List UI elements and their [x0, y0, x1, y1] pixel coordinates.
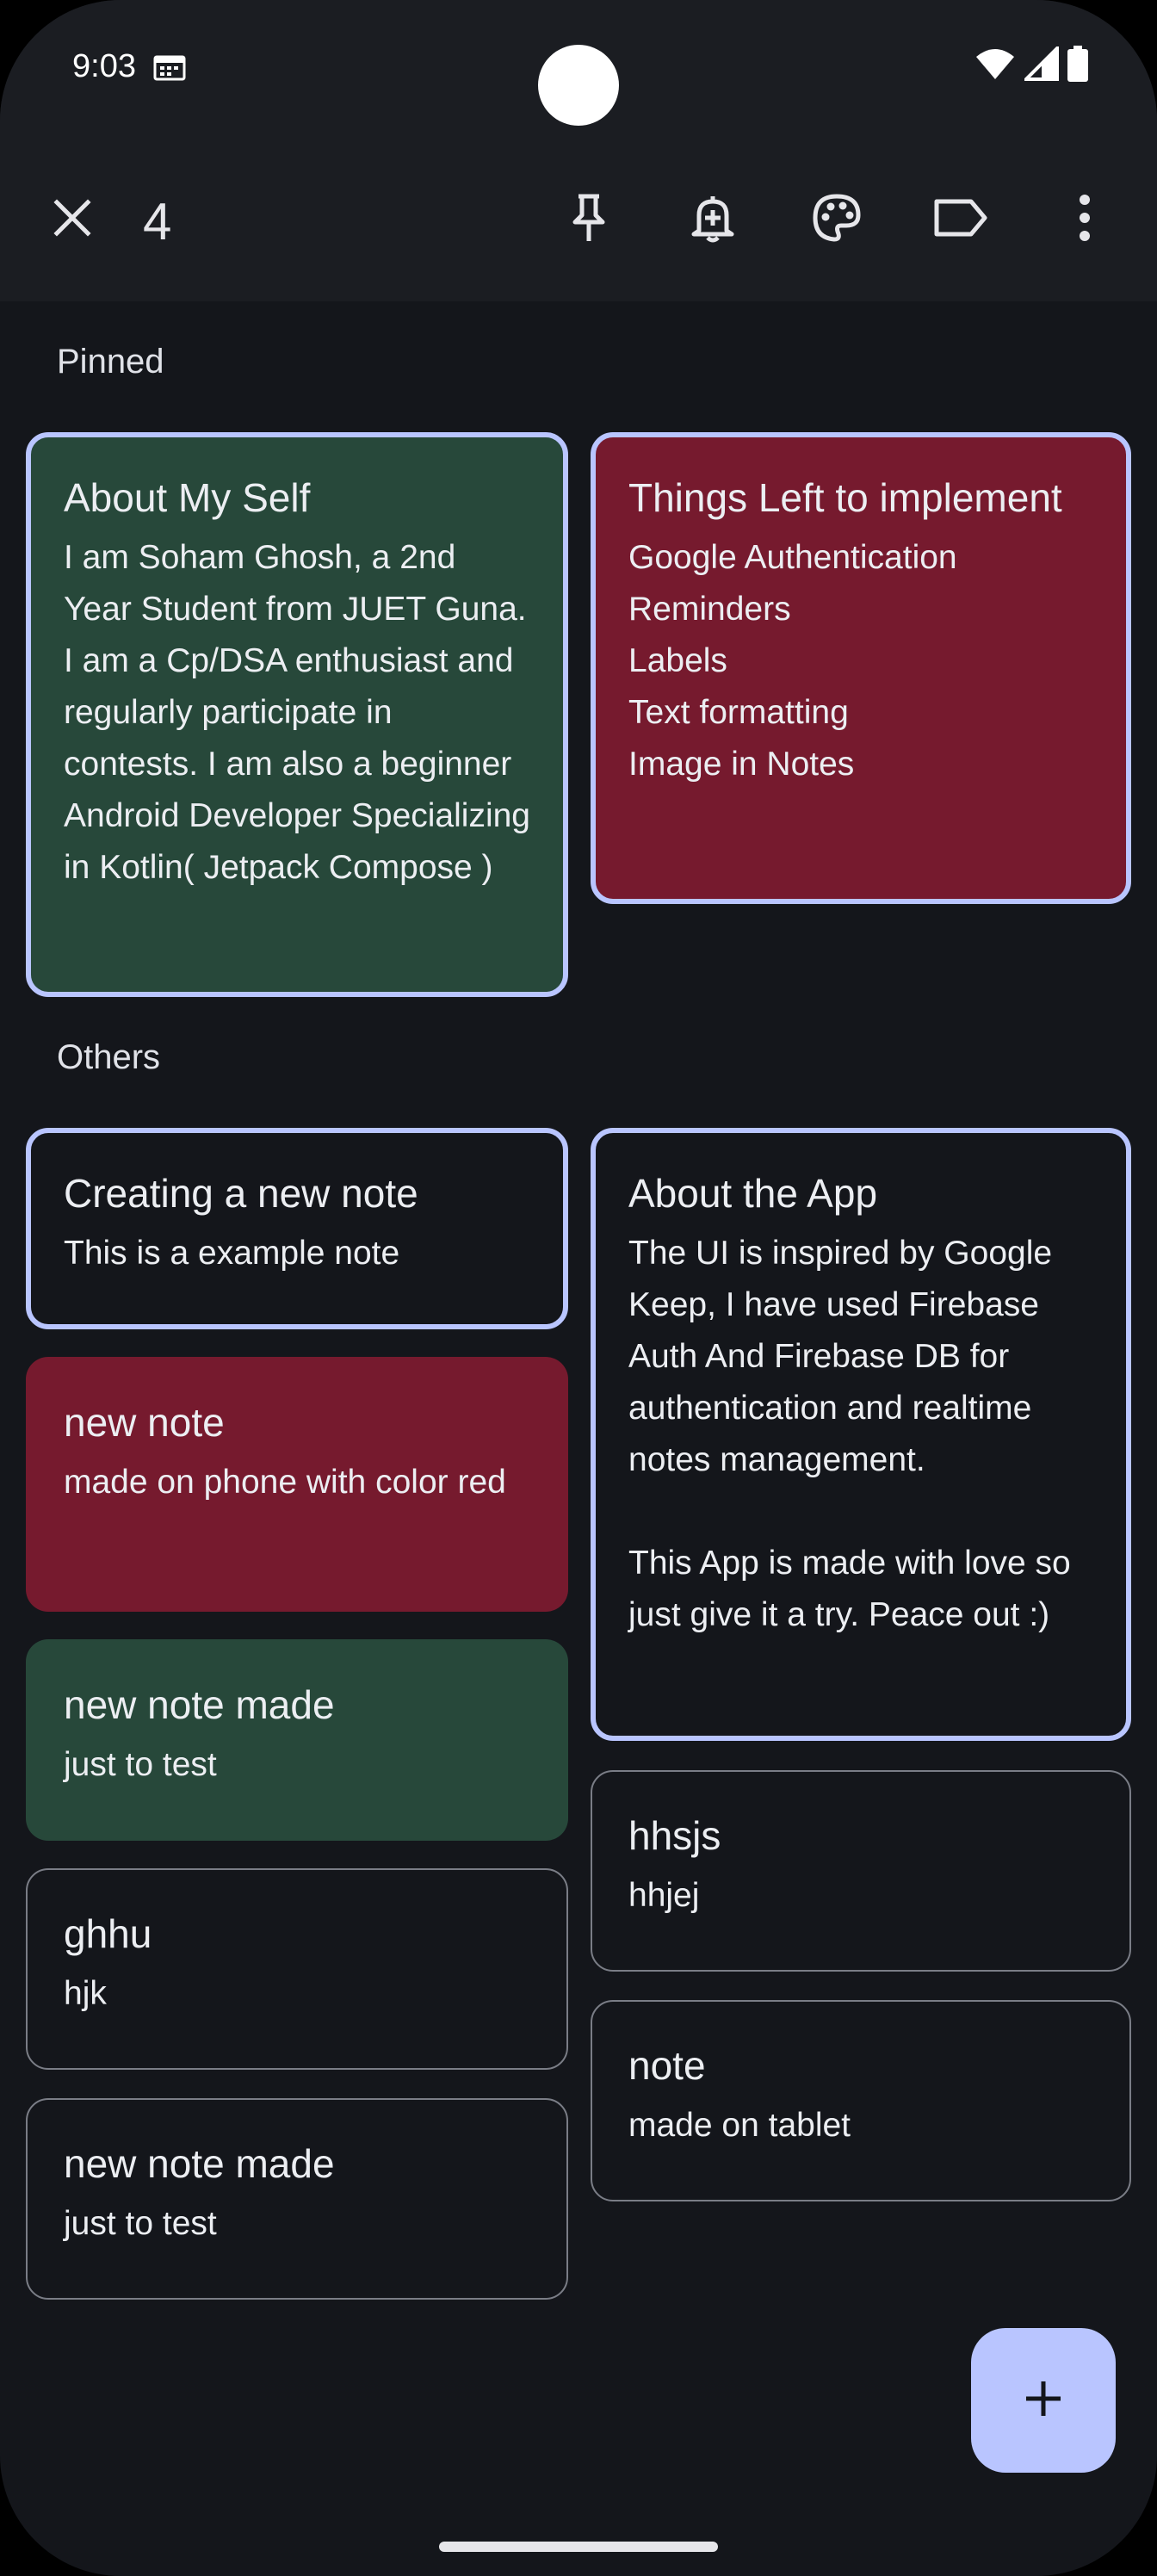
note-card-things-left[interactable]: Things Left to implement Google Authenti…: [591, 432, 1131, 904]
calendar-icon: [153, 53, 186, 81]
gesture-navigation-bar[interactable]: [439, 2542, 718, 2552]
camera-cutout: [538, 45, 619, 126]
color-palette-button[interactable]: [795, 178, 878, 261]
note-card-new-note-made-green[interactable]: new note made just to test: [26, 1639, 568, 1841]
note-title: new note made: [64, 1682, 335, 1727]
note-body: made on tablet: [628, 2107, 851, 2144]
pin-button[interactable]: [548, 178, 630, 261]
plus-icon: [1023, 2378, 1064, 2424]
note-body: just to test: [64, 2205, 217, 2242]
status-icons: [974, 43, 1088, 86]
note-title: new note made: [64, 2141, 335, 2186]
close-icon: [52, 197, 93, 243]
status-time: 9:03: [72, 48, 136, 84]
close-selection-button[interactable]: [31, 178, 114, 261]
note-body: I am Soham Ghosh, a 2nd Year Student fro…: [64, 539, 530, 886]
note-card-about-me[interactable]: About My Self I am Soham Ghosh, a 2nd Ye…: [26, 432, 568, 997]
palette-icon: [812, 193, 862, 247]
note-card-new-note-red[interactable]: new note made on phone with color red: [26, 1357, 568, 1612]
note-body: Google Authentication Reminders Labels T…: [628, 539, 957, 783]
add-reminder-icon: [690, 193, 735, 247]
note-card-new-note-made-dark[interactable]: new note made just to test: [26, 2098, 568, 2300]
add-note-fab[interactable]: [971, 2328, 1116, 2473]
section-header-others: Others: [57, 1038, 161, 1076]
label-icon: [933, 198, 988, 242]
section-header-pinned: Pinned: [57, 343, 164, 381]
note-title: Creating a new note: [64, 1171, 418, 1216]
note-title: note: [628, 2043, 706, 2088]
pin-icon: [568, 193, 609, 247]
note-card-creating-note[interactable]: Creating a new note This is a example no…: [26, 1128, 568, 1329]
note-body: made on phone with color red: [64, 1464, 506, 1501]
note-title: new note: [64, 1400, 225, 1445]
note-title: ghhu: [64, 1911, 152, 1956]
battery-icon: [1067, 45, 1088, 86]
note-body: hhjej: [628, 1877, 700, 1914]
add-reminder-button[interactable]: [671, 178, 754, 261]
more-vert-icon: [1078, 194, 1092, 245]
note-card-ghhu[interactable]: ghhu hjk: [26, 1868, 568, 2070]
signal-icon: [1022, 43, 1059, 85]
selection-app-bar: 4: [0, 138, 1157, 301]
note-title: About My Self: [64, 475, 311, 520]
note-card-about-app[interactable]: About the App The UI is inspired by Goog…: [591, 1128, 1131, 1741]
note-title: About the App: [628, 1171, 878, 1216]
note-title: hhsjs: [628, 1813, 721, 1858]
note-body: just to test: [64, 1746, 217, 1783]
selected-count: 4: [143, 193, 172, 251]
note-body: hjk: [64, 1975, 107, 2012]
note-card-hhsjs[interactable]: hhsjs hhjej: [591, 1770, 1131, 1972]
label-button[interactable]: [919, 178, 1002, 261]
more-options-button[interactable]: [1043, 178, 1126, 261]
screen: 9:03 4 Pinned About My Self I am Soham G…: [0, 0, 1157, 2576]
wifi-icon: [974, 46, 1016, 85]
note-card-note-tablet[interactable]: note made on tablet: [591, 2000, 1131, 2201]
status-bar: 9:03: [0, 0, 1157, 138]
note-body: This is a example note: [64, 1235, 400, 1272]
note-title: Things Left to implement: [628, 475, 1062, 520]
note-body: The UI is inspired by Google Keep, I hav…: [628, 1235, 1071, 1633]
